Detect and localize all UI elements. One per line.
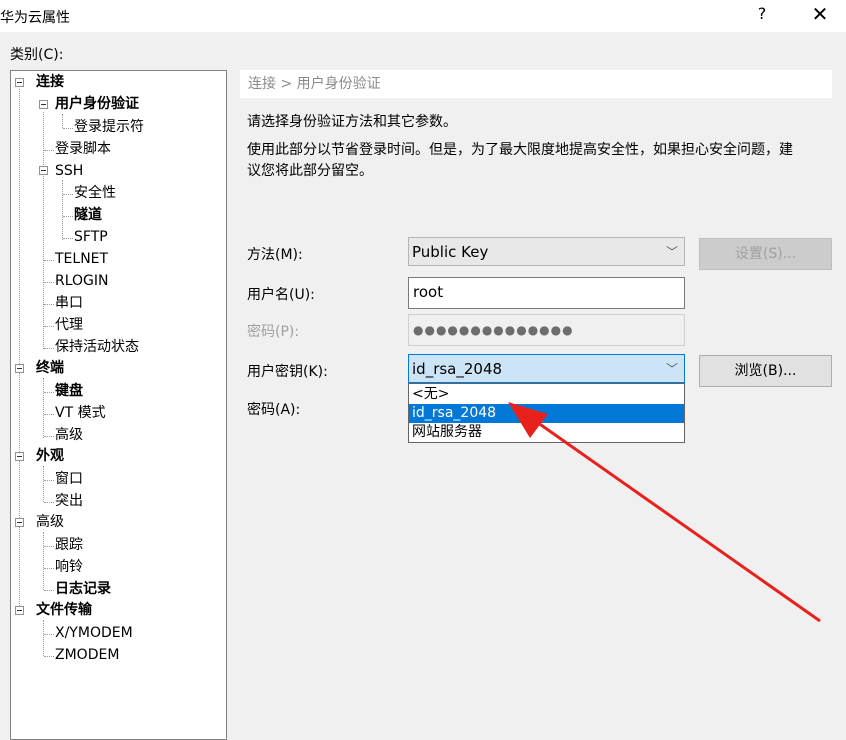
tree-item-security[interactable]: 安全性 [74, 184, 116, 202]
tree-connector [44, 502, 54, 503]
title-bar: 华为云属性 ? ✕ [0, 0, 846, 32]
tree-item-window[interactable]: 窗口 [55, 470, 83, 488]
collapse-icon[interactable] [15, 518, 24, 527]
tree-item-login-prompts[interactable]: 登录提示符 [74, 118, 144, 136]
tree-item-proxy[interactable]: 代理 [55, 316, 83, 334]
tree-connector [44, 304, 54, 305]
breadcrumb: 连接 > 用户身份验证 [240, 70, 832, 98]
tree-connector [44, 568, 54, 569]
window-title: 华为云属性 [0, 10, 70, 26]
tree-connector [63, 216, 73, 217]
dropdown-option-web-server[interactable]: 网站服务器 [409, 423, 684, 442]
tree-item-highlight[interactable]: 突出 [55, 492, 83, 510]
tree-connector [44, 414, 54, 415]
password-field[interactable]: ●●●●●●●●●●●●●● [408, 314, 685, 346]
collapse-icon[interactable] [15, 452, 24, 461]
tree-item-vt-mode[interactable]: VT 模式 [55, 404, 106, 422]
tree-item-bell[interactable]: 响铃 [55, 558, 83, 576]
username-field[interactable]: root [408, 277, 685, 309]
tree-connector [44, 480, 54, 481]
tree-connector [43, 466, 44, 502]
tree-item-telnet[interactable]: TELNET [55, 250, 108, 268]
tree-connector [44, 260, 54, 261]
method-label: 方法(M): [247, 247, 303, 263]
collapse-icon[interactable] [15, 364, 24, 373]
collapse-icon[interactable] [39, 166, 48, 175]
tree-item-serial[interactable]: 串口 [55, 294, 83, 312]
tree-item-zmodem[interactable]: ZMODEM [55, 646, 119, 664]
tree-connector [19, 89, 20, 610]
tree-item-xymodem[interactable]: X/YMODEM [55, 624, 133, 642]
user-key-label: 用户密钥(K): [247, 364, 328, 380]
method-value: Public Key [412, 243, 489, 261]
username-label: 用户名(U): [247, 287, 315, 303]
tree-connector [44, 348, 54, 349]
intro-text: 请选择身份验证方法和其它参数。 [247, 114, 457, 130]
tree-item-keepalive[interactable]: 保持活动状态 [55, 338, 139, 356]
tree-connector [44, 282, 54, 283]
chevron-down-icon: ﹀ [665, 362, 678, 376]
tree-connector [63, 238, 73, 239]
tree-connector [44, 326, 54, 327]
tree-item-file-transfer[interactable]: 文件传输 [36, 601, 92, 619]
tree-connector [44, 656, 54, 657]
tree-connector [44, 436, 54, 437]
tree-item-login-script[interactable]: 登录脚本 [55, 140, 111, 158]
tree-connector [43, 378, 44, 438]
user-key-value: id_rsa_2048 [412, 360, 503, 378]
category-tree[interactable]: 连接 用户身份验证 登录提示符 登录脚本 SSH 安全性 隧道 SFTP TEL… [10, 70, 227, 740]
tree-connector [62, 114, 63, 128]
dropdown-option-none[interactable]: <无> [409, 385, 684, 404]
chevron-down-icon: ﹀ [665, 245, 678, 259]
browse-button[interactable]: 浏览(B)... [699, 355, 832, 387]
passphrase-label: 密码(A): [247, 402, 301, 418]
help-button[interactable]: ? [752, 4, 772, 23]
tree-item-sftp[interactable]: SFTP [74, 228, 108, 246]
tree-item-advanced-terminal[interactable]: 高级 [55, 426, 83, 444]
tree-item-ssh[interactable]: SSH [55, 162, 83, 180]
tree-connector [44, 150, 54, 151]
category-label: 类别(C): [10, 47, 64, 63]
method-select[interactable]: Public Key ﹀ [408, 237, 685, 266]
user-key-select[interactable]: id_rsa_2048 ﹀ [408, 354, 685, 383]
tree-connector [63, 128, 73, 129]
tree-connector [43, 112, 44, 349]
collapse-icon[interactable] [15, 78, 24, 87]
collapse-icon[interactable] [15, 606, 24, 615]
tree-item-appearance[interactable]: 外观 [36, 447, 64, 465]
tree-connector [44, 392, 54, 393]
tree-item-rlogin[interactable]: RLOGIN [55, 272, 109, 290]
tree-connector [63, 194, 73, 195]
tree-item-user-auth[interactable]: 用户身份验证 [55, 95, 139, 113]
annotation-arrow-shaft [523, 411, 821, 623]
tree-connector [43, 532, 44, 590]
close-icon[interactable]: ✕ [810, 2, 830, 26]
tree-connector [44, 590, 54, 591]
tree-item-tunnel[interactable]: 隧道 [74, 206, 102, 224]
tree-item-keyboard[interactable]: 键盘 [55, 382, 83, 400]
password-label: 密码(P): [247, 324, 300, 340]
tree-item-logging[interactable]: 日志记录 [55, 580, 111, 598]
tree-connector [44, 546, 54, 547]
collapse-icon[interactable] [39, 100, 48, 109]
tree-connector [44, 634, 54, 635]
tree-item-connection[interactable]: 连接 [36, 73, 64, 91]
user-key-dropdown[interactable]: <无> id_rsa_2048 网站服务器 [408, 383, 685, 443]
dropdown-option-id-rsa-2048[interactable]: id_rsa_2048 [409, 404, 684, 423]
tree-item-advanced[interactable]: 高级 [36, 513, 64, 531]
tree-item-terminal[interactable]: 终端 [36, 359, 64, 377]
description-line-2: 议您将此部分留空。 [247, 163, 373, 179]
tree-connector [43, 620, 44, 656]
description-line-1: 使用此部分以节省登录时间。但是，为了最大限度地提高安全性，如果担心安全问题，建 [247, 142, 793, 158]
setup-button[interactable]: 设置(S)... [699, 238, 832, 270]
tree-item-trace[interactable]: 跟踪 [55, 536, 83, 554]
tree-connector [62, 180, 63, 240]
